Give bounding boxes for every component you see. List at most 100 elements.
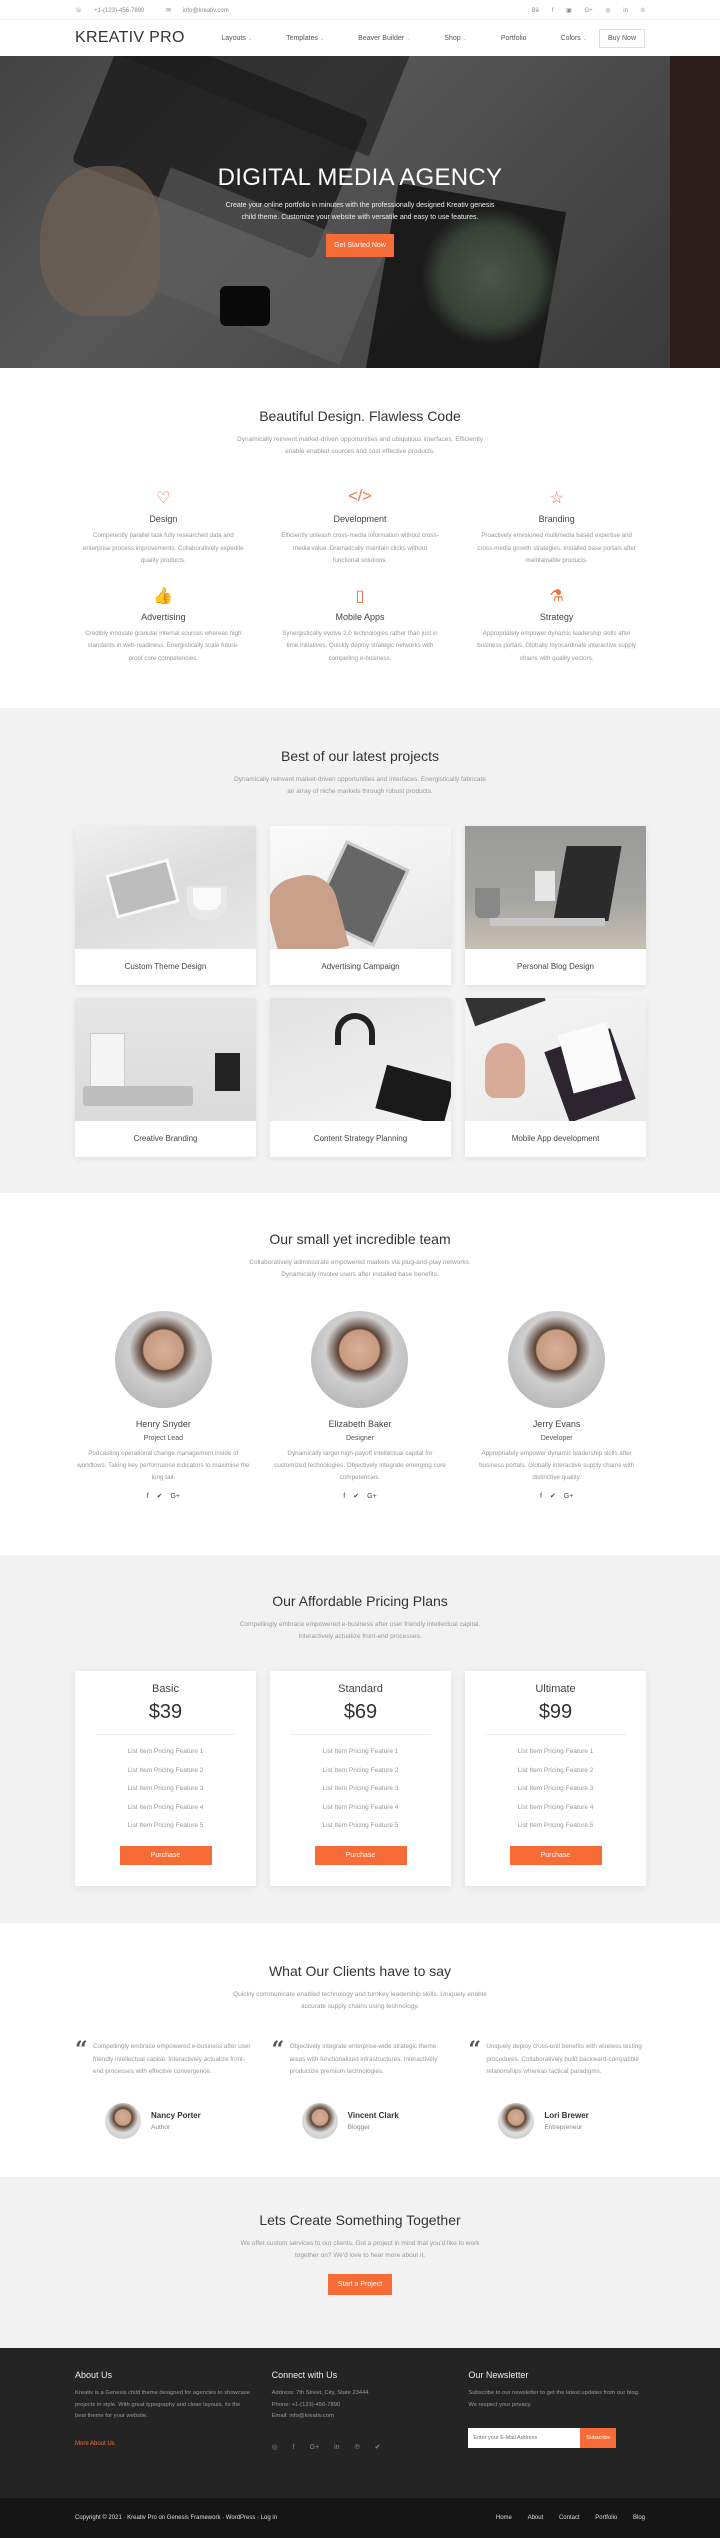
google-plus-icon[interactable]: G+ bbox=[310, 2444, 320, 2451]
member-socials: f ✔ G+ bbox=[272, 1492, 449, 1500]
team-member: Jerry Evans Developer Appropriately empo… bbox=[468, 1311, 645, 1500]
projects-grid: Custom Theme Design Advertising Campaign… bbox=[75, 826, 646, 1157]
get-started-button[interactable]: Get Started Now bbox=[326, 234, 394, 257]
google-plus-icon[interactable]: G+ bbox=[367, 1493, 377, 1500]
pinterest-icon[interactable]: ℗ bbox=[355, 2444, 360, 2451]
hero-section: DIGITAL MEDIA AGENCY Create your online … bbox=[0, 56, 720, 368]
testimonial-author: Vincent Clark Blogger bbox=[272, 2102, 449, 2139]
newsletter-form: Subscribe bbox=[468, 2428, 645, 2448]
subtitle-line: We offer custom services to our clients.… bbox=[240, 2240, 480, 2247]
dribbble-icon[interactable]: ◎ bbox=[605, 8, 610, 14]
email-contact[interactable]: ✉ info@kreativ.com bbox=[166, 8, 239, 14]
project-card[interactable]: Content Strategy Planning bbox=[270, 998, 451, 1157]
twitter-icon[interactable]: ✔ bbox=[157, 1493, 163, 1500]
project-image-headphones bbox=[270, 998, 451, 1121]
author-name: Nancy Porter bbox=[151, 2110, 201, 2120]
subscribe-button[interactable]: Subscribe bbox=[580, 2428, 617, 2448]
nav-item-portfolio[interactable]: Portfolio bbox=[484, 35, 527, 42]
plan-feature: List Item Pricing Feature 4 bbox=[517, 1803, 594, 1811]
section-subtitle: Collaboratively administrate empowered m… bbox=[75, 1257, 645, 1281]
facebook-icon[interactable]: f bbox=[540, 1493, 542, 1500]
project-card[interactable]: Custom Theme Design bbox=[75, 826, 256, 985]
facebook-icon[interactable]: f bbox=[343, 1493, 345, 1500]
footer-socials: ◎ f G+ in ℗ ✔ bbox=[272, 2443, 449, 2451]
nav-item-colors[interactable]: Colors ⌄ bbox=[544, 35, 587, 42]
nav-item-layouts[interactable]: Layouts ⌄ bbox=[204, 35, 252, 42]
linkedin-icon[interactable]: in bbox=[334, 2444, 339, 2451]
linkedin-icon[interactable]: in bbox=[623, 8, 628, 14]
project-card[interactable]: Personal Blog Design bbox=[465, 826, 646, 985]
project-card[interactable]: Creative Branding bbox=[75, 998, 256, 1157]
author-name: Lori Brewer bbox=[544, 2110, 589, 2120]
buy-now-button[interactable]: Buy Now bbox=[598, 28, 645, 48]
footer-link-blog[interactable]: Blog bbox=[633, 2515, 645, 2521]
start-project-button[interactable]: Start a Project bbox=[327, 2274, 393, 2295]
avatar bbox=[301, 2102, 338, 2139]
google-plus-icon[interactable]: G+ bbox=[564, 1493, 574, 1500]
pinterest-icon[interactable]: ℗ bbox=[641, 8, 645, 14]
feature-item: ▯ Mobile Apps Synergistically evolve 2.0 t… bbox=[272, 586, 449, 666]
hero-content: DIGITAL MEDIA AGENCY Create your online … bbox=[0, 164, 720, 257]
author-name: Vincent Clark bbox=[347, 2110, 399, 2120]
google-plus-icon[interactable]: G+ bbox=[584, 8, 592, 14]
testimonial: “Uniquely deploy cross-unit benefits wit… bbox=[468, 2037, 645, 2139]
feature-item: ♡ Design Competently parallel task fully r… bbox=[75, 488, 252, 568]
more-about-link[interactable]: More About Us bbox=[75, 2441, 252, 2447]
team-member: Elizabeth Baker Designer Dynamically tar… bbox=[272, 1311, 449, 1500]
subtitle-line: together on? We'd love to hear more abou… bbox=[294, 2252, 426, 2259]
project-caption: Creative Branding bbox=[133, 1134, 198, 1143]
footer-link-home[interactable]: Home bbox=[496, 2515, 512, 2521]
facebook-icon[interactable]: f bbox=[552, 8, 554, 14]
project-image-branding-desk bbox=[75, 998, 256, 1121]
nav-item-templates[interactable]: Templates ⌄ bbox=[269, 35, 324, 42]
feature-item: ☆ Branding Proactively envisioned multimed… bbox=[468, 488, 645, 568]
site-logo[interactable]: KREATIV PRO bbox=[75, 29, 185, 47]
purchase-button[interactable]: Purchase bbox=[509, 1845, 602, 1865]
nav-label: Colors bbox=[560, 34, 581, 42]
facebook-icon[interactable]: f bbox=[293, 2444, 295, 2451]
purchase-button[interactable]: Purchase bbox=[314, 1845, 407, 1865]
nav-item-beaver-builder[interactable]: Beaver Builder ⌄ bbox=[341, 35, 410, 42]
section-subtitle: Dynamically reinvent market-driven oppor… bbox=[75, 774, 645, 798]
thumbs-up-icon: 👍 bbox=[153, 587, 174, 605]
testimonial-author: Nancy Porter Author bbox=[75, 2102, 252, 2139]
bottom-bar: Copyright © 2021 · Kreativ Pro on Genesi… bbox=[0, 2498, 720, 2538]
member-bio: Dynamically target high-payoff intellect… bbox=[274, 1450, 446, 1481]
chevron-down-icon: ⌄ bbox=[319, 35, 325, 42]
divider bbox=[485, 1734, 626, 1735]
project-image-tablet-coffee bbox=[75, 826, 256, 949]
twitter-icon[interactable]: ✔ bbox=[550, 1493, 556, 1500]
plan-feature: List Item Pricing Feature 3 bbox=[517, 1785, 594, 1792]
hero-subtitle-line: child theme. Customize your website with… bbox=[241, 214, 479, 221]
behance-icon[interactable]: Bē bbox=[532, 8, 539, 14]
contact-details: Address: 7th Street, City, State 23444 Ph… bbox=[272, 2388, 449, 2423]
plan-feature: List Item Pricing Feature 3 bbox=[322, 1785, 399, 1792]
footer-link-contact[interactable]: Contact bbox=[559, 2515, 580, 2521]
facebook-icon[interactable]: f bbox=[147, 1493, 149, 1500]
project-caption: Advertising Campaign bbox=[321, 962, 400, 971]
plan-feature: List Item Pricing Feature 4 bbox=[127, 1803, 204, 1811]
phone-contact[interactable]: ☏ +1-(123)-456-7890 bbox=[75, 8, 154, 14]
quote-icon: “ bbox=[468, 2037, 481, 2063]
nav-item-shop[interactable]: Shop ⌄ bbox=[427, 35, 467, 42]
email-input[interactable] bbox=[468, 2428, 581, 2448]
twitter-icon[interactable]: ✔ bbox=[353, 1493, 359, 1500]
plan-feature: List Item Pricing Feature 4 bbox=[322, 1803, 399, 1811]
purchase-button[interactable]: Purchase bbox=[119, 1845, 212, 1865]
avatar bbox=[114, 1311, 212, 1408]
twitter-icon[interactable]: ✔ bbox=[375, 2444, 381, 2451]
code-icon: </> bbox=[348, 488, 372, 505]
section-title: Best of our latest projects bbox=[281, 748, 439, 764]
footer-link-portfolio[interactable]: Portfolio bbox=[595, 2515, 617, 2521]
plan-name: Ultimate bbox=[535, 1683, 576, 1695]
quote-icon: “ bbox=[75, 2037, 88, 2063]
feature-list: List Item Pricing Feature 1 List Item Pr… bbox=[465, 1743, 646, 1836]
google-plus-icon[interactable]: G+ bbox=[170, 1493, 180, 1500]
feature-list: List Item Pricing Feature 1 List Item Pr… bbox=[270, 1743, 451, 1836]
footer-link-about[interactable]: About bbox=[528, 2515, 544, 2521]
dribbble-icon[interactable]: ◎ bbox=[272, 2444, 278, 2451]
flickr-icon[interactable]: ▣ bbox=[566, 8, 572, 14]
project-card[interactable]: Mobile App development bbox=[465, 998, 646, 1157]
project-card[interactable]: Advertising Campaign bbox=[270, 826, 451, 985]
pricing-plan: Basic $39 List Item Pricing Feature 1 Li… bbox=[75, 1671, 256, 1886]
